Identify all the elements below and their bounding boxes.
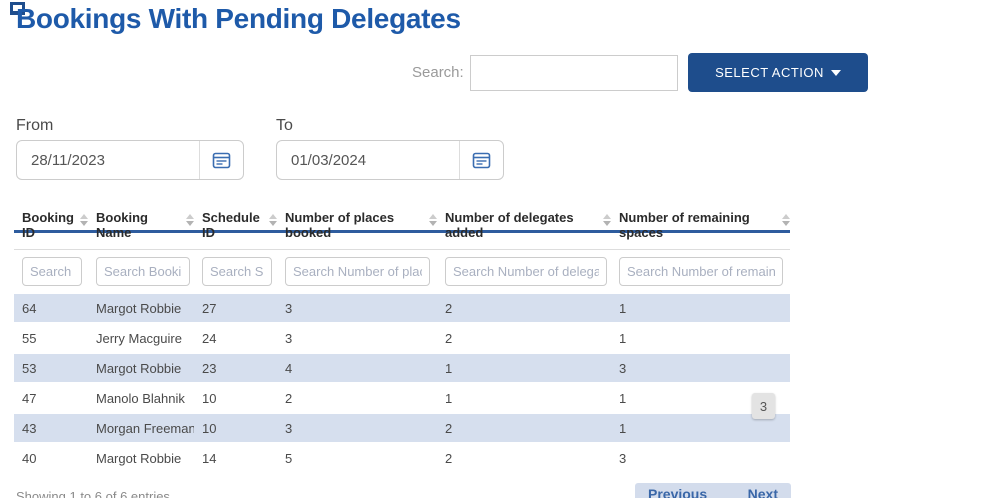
table-row[interactable]: 40 Margot Robbie 14 5 2 3 bbox=[14, 443, 790, 473]
select-action-label: SELECT ACTION bbox=[715, 65, 824, 80]
filter-delegates-added-input[interactable] bbox=[445, 257, 607, 286]
cell-booking-id: 55 bbox=[14, 331, 88, 346]
filter-places-booked-input[interactable] bbox=[285, 257, 430, 286]
cell-schedule-id: 14 bbox=[194, 451, 277, 466]
cell-delegates-added: 2 bbox=[437, 451, 611, 466]
select-action-button[interactable]: SELECT ACTION bbox=[688, 53, 868, 92]
cell-schedule-id: 24 bbox=[194, 331, 277, 346]
to-label: To bbox=[276, 117, 293, 135]
calendar-icon[interactable] bbox=[460, 151, 503, 170]
cell-delegates-added: 2 bbox=[437, 301, 611, 316]
cell-booking-name: Margot Robbie bbox=[88, 451, 194, 466]
cell-booking-name: Margot Robbie bbox=[88, 301, 194, 316]
cell-booking-name: Jerry Macguire bbox=[88, 331, 194, 346]
table-row[interactable]: 64 Margot Robbie 27 3 2 1 bbox=[14, 293, 790, 323]
sort-arrows-icon bbox=[269, 214, 277, 226]
global-search-input[interactable] bbox=[470, 55, 678, 91]
cell-remaining-spaces: 3 bbox=[611, 361, 790, 376]
column-header-delegates-added[interactable]: Number of delegates added bbox=[437, 210, 611, 230]
cell-booking-name: Manolo Blahnik bbox=[88, 391, 194, 406]
cell-delegates-added: 2 bbox=[437, 421, 611, 436]
column-header-places-booked[interactable]: Number of places booked bbox=[277, 210, 437, 230]
cell-places-booked: 3 bbox=[277, 331, 437, 346]
search-label: Search: bbox=[412, 64, 464, 81]
sort-arrows-icon bbox=[782, 214, 790, 226]
sort-arrows-icon bbox=[429, 214, 437, 226]
cell-booking-id: 47 bbox=[14, 391, 88, 406]
column-header-booking-name[interactable]: Booking Name bbox=[88, 210, 194, 230]
table-row[interactable]: 55 Jerry Macguire 24 3 2 1 bbox=[14, 323, 790, 353]
cell-schedule-id: 23 bbox=[194, 361, 277, 376]
column-filter-row bbox=[14, 249, 790, 293]
column-label: Number of delegates added bbox=[445, 210, 598, 240]
next-button[interactable]: Next bbox=[748, 486, 778, 498]
filter-booking-id-input[interactable] bbox=[22, 257, 82, 286]
table-row[interactable]: 43 Morgan Freeman 10 3 2 1 bbox=[14, 413, 790, 443]
caret-down-icon bbox=[831, 70, 841, 76]
cell-places-booked: 3 bbox=[277, 301, 437, 316]
cell-booking-id: 64 bbox=[14, 301, 88, 316]
cell-delegates-added: 2 bbox=[437, 331, 611, 346]
table-info: Showing 1 to 6 of 6 entries bbox=[16, 489, 170, 498]
table-header-row: Booking ID Booking Name Schedule ID Numb… bbox=[14, 210, 790, 233]
cell-remaining-spaces: 1 bbox=[611, 331, 790, 346]
cell-delegates-added: 1 bbox=[437, 361, 611, 376]
from-date-field[interactable] bbox=[16, 140, 244, 180]
filter-schedule-id-input[interactable] bbox=[202, 257, 272, 286]
page-title: Bookings With Pending Delegates bbox=[16, 3, 461, 35]
cell-remaining-spaces: 3 bbox=[611, 451, 790, 466]
cell-schedule-id: 10 bbox=[194, 391, 277, 406]
cell-places-booked: 2 bbox=[277, 391, 437, 406]
cell-booking-name: Margot Robbie bbox=[88, 361, 194, 376]
sort-arrows-icon bbox=[186, 214, 194, 226]
calendar-icon[interactable] bbox=[200, 151, 243, 170]
cell-remaining-spaces: 1 bbox=[611, 301, 790, 316]
filter-booking-name-input[interactable] bbox=[96, 257, 190, 286]
filter-remaining-spaces-input[interactable] bbox=[619, 257, 783, 286]
cell-booking-id: 53 bbox=[14, 361, 88, 376]
from-date-input[interactable] bbox=[17, 141, 199, 179]
to-date-field[interactable] bbox=[276, 140, 504, 180]
cell-remaining-spaces: 1 bbox=[611, 421, 790, 436]
pagination: Previous Next bbox=[635, 483, 791, 498]
column-label: Number of places booked bbox=[285, 210, 424, 240]
column-header-booking-id[interactable]: Booking ID bbox=[14, 210, 88, 230]
column-label: Schedule ID bbox=[202, 210, 264, 240]
table-row[interactable]: 47 Manolo Blahnik 10 2 1 1 bbox=[14, 383, 790, 413]
cell-places-booked: 4 bbox=[277, 361, 437, 376]
column-label: Booking Name bbox=[96, 210, 181, 240]
cell-delegates-added: 1 bbox=[437, 391, 611, 406]
table-row[interactable]: 53 Margot Robbie 23 4 1 3 bbox=[14, 353, 790, 383]
cell-booking-id: 40 bbox=[14, 451, 88, 466]
bookings-table: Booking ID Booking Name Schedule ID Numb… bbox=[14, 210, 790, 473]
column-header-schedule-id[interactable]: Schedule ID bbox=[194, 210, 277, 230]
from-label: From bbox=[16, 117, 53, 135]
previous-button[interactable]: Previous bbox=[648, 486, 707, 498]
column-label: Number of remaining spaces bbox=[619, 210, 777, 240]
cell-schedule-id: 10 bbox=[194, 421, 277, 436]
bookings-page: Bookings With Pending Delegates Search: … bbox=[0, 0, 997, 498]
cell-schedule-id: 27 bbox=[194, 301, 277, 316]
sort-arrows-icon bbox=[603, 214, 611, 226]
sort-arrows-icon bbox=[80, 214, 88, 226]
cell-places-booked: 3 bbox=[277, 421, 437, 436]
column-label: Booking ID bbox=[22, 210, 75, 240]
to-date-input[interactable] bbox=[277, 141, 459, 179]
cell-booking-name: Morgan Freeman bbox=[88, 421, 194, 436]
column-header-remaining-spaces[interactable]: Number of remaining spaces bbox=[611, 210, 790, 230]
cell-places-booked: 5 bbox=[277, 451, 437, 466]
cell-booking-id: 43 bbox=[14, 421, 88, 436]
count-badge: 3 bbox=[752, 393, 775, 419]
